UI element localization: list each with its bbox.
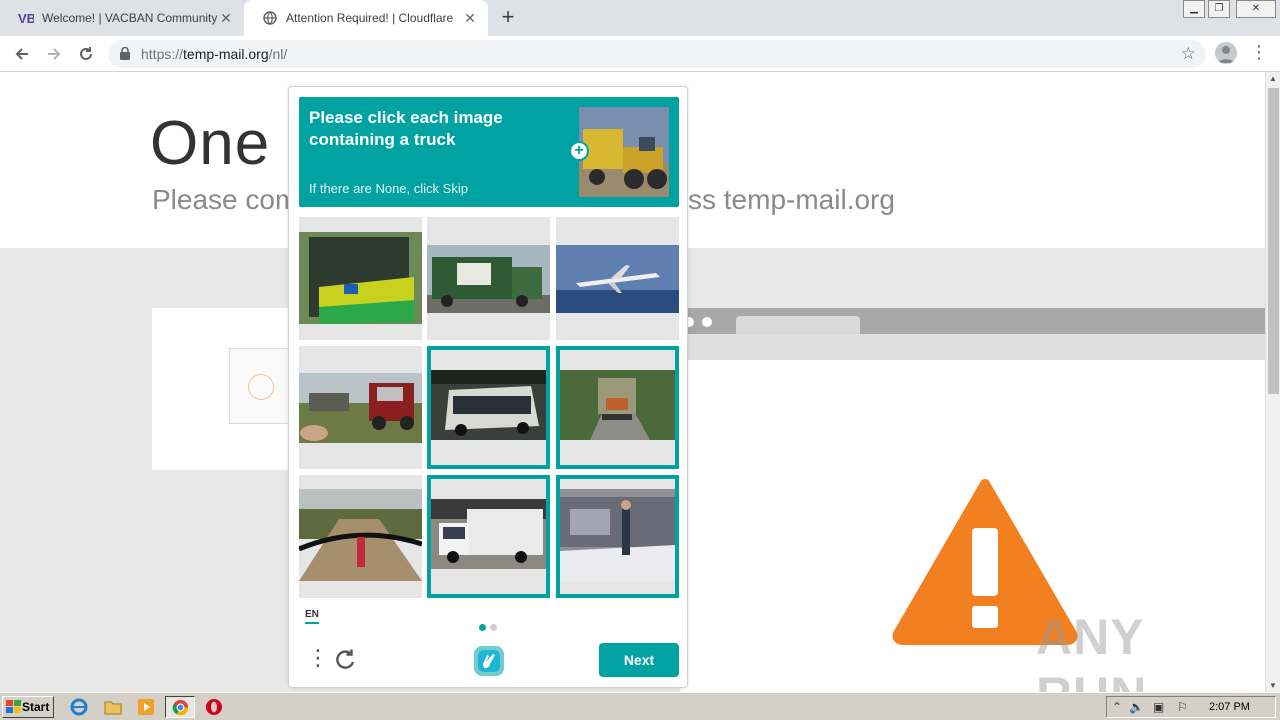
volume-icon[interactable]: 🔈 [1129, 700, 1144, 714]
browser-toolbar: https://temp-mail.org/nl/ ☆ [0, 36, 1280, 72]
reload-icon [80, 47, 92, 60]
tab-vacban[interactable]: VB Welcome! | VACBAN Community ✕ [0, 0, 244, 36]
forward-button[interactable] [42, 42, 66, 66]
chrome-taskbar-button[interactable] [165, 696, 195, 718]
close-tab-icon[interactable]: ✕ [462, 10, 478, 26]
watermark: ANY RUN [1036, 609, 1146, 692]
system-tray: ⌃ 🔈 ▣ ⚐ 2:07 PM [1106, 696, 1276, 718]
image-tile-9[interactable] [556, 475, 679, 598]
profile-avatar-icon[interactable] [1215, 42, 1237, 64]
tab-cloudflare[interactable]: Attention Required! | Cloudflare ✕ [244, 0, 488, 36]
ie-icon[interactable] [70, 698, 88, 716]
next-button[interactable]: Next [599, 643, 679, 677]
menu-dots-icon[interactable]: ⋮ [307, 647, 329, 669]
tab-title: Welcome! | VACBAN Community [42, 11, 218, 25]
vb-logo-icon: VB [18, 10, 34, 26]
hcaptcha-logo-icon[interactable] [472, 644, 506, 678]
start-button[interactable]: Start [2, 696, 54, 718]
image-tile-1[interactable] [299, 217, 422, 340]
captcha-spinner-icon [248, 374, 274, 400]
scroll-down-icon[interactable]: ▼ [1269, 681, 1277, 690]
media-player-icon[interactable] [137, 698, 155, 716]
tab-strip: VB Welcome! | VACBAN Community ✕ Attenti… [0, 0, 1280, 36]
image-tile-5[interactable] [427, 346, 550, 469]
reload-button[interactable] [74, 42, 98, 66]
new-tab-button[interactable]: + [496, 6, 520, 30]
lock-icon [120, 47, 130, 60]
image-tile-6[interactable] [556, 346, 679, 469]
url-text: https://temp-mail.org/nl/ [141, 46, 288, 62]
zoom-plus-icon[interactable]: + [569, 141, 589, 161]
chrome-icon [172, 699, 189, 716]
network-icon[interactable]: ▣ [1153, 700, 1164, 714]
bookmark-star-icon[interactable]: ☆ [1181, 44, 1196, 64]
back-button[interactable] [10, 42, 34, 66]
page-subtitle-right: ss temp-mail.org [688, 184, 895, 215]
prompt-hint: If there are None, click Skip [309, 181, 468, 196]
arrow-left-icon [15, 48, 28, 60]
refresh-icon[interactable] [333, 647, 359, 673]
image-grid [299, 217, 679, 598]
tab-title: Attention Required! | Cloudflare [286, 11, 454, 25]
image-tile-4[interactable] [299, 346, 422, 469]
image-tile-3[interactable] [556, 217, 679, 340]
page-dot-active [479, 624, 486, 631]
close-tab-icon[interactable]: ✕ [218, 10, 234, 26]
taskbar: Start ⌃ 🔈 ▣ ⚐ 2:07 PM [0, 692, 1280, 720]
hcaptcha-challenge: Please click each image containing a tru… [288, 86, 688, 688]
scroll-thumb[interactable] [1268, 88, 1279, 394]
challenge-prompt: Please click each image containing a tru… [299, 97, 679, 207]
restore-button[interactable]: ❐ [1208, 0, 1230, 18]
address-bar[interactable]: https://temp-mail.org/nl/ ☆ [108, 40, 1206, 68]
browser-menu-icon[interactable]: ⋮ [1250, 42, 1268, 64]
illustration-tab [736, 316, 860, 334]
vertical-scrollbar[interactable]: ▲ ▼ [1265, 72, 1280, 692]
prompt-text: Please click each image containing a tru… [309, 108, 503, 149]
opera-icon[interactable] [205, 698, 223, 716]
minimize-button[interactable]: ▁ [1183, 0, 1205, 18]
close-window-button[interactable]: ✕ [1236, 0, 1276, 18]
windows-logo-icon [6, 700, 21, 713]
language-selector[interactable]: EN [305, 609, 319, 624]
illustration-dot [702, 317, 712, 327]
globe-icon [262, 10, 278, 26]
arrow-right-icon [48, 48, 61, 60]
example-truck-image[interactable] [579, 107, 669, 197]
scroll-up-icon[interactable]: ▲ [1269, 74, 1277, 83]
folder-icon[interactable] [104, 698, 122, 716]
page-subtitle: Please com [152, 184, 299, 215]
page-indicator [479, 618, 501, 636]
page-dot [490, 624, 497, 631]
browser-illustration-toolbar [680, 334, 1265, 360]
svg-text:VB: VB [18, 11, 34, 26]
image-tile-7[interactable] [299, 475, 422, 598]
action-center-flag-icon[interactable]: ⚐ [1177, 700, 1188, 714]
tray-expand-icon[interactable]: ⌃ [1112, 700, 1122, 714]
browser-illustration-bar [680, 308, 1265, 334]
image-tile-2[interactable] [427, 217, 550, 340]
image-tile-8[interactable] [427, 475, 550, 598]
clock[interactable]: 2:07 PM [1209, 701, 1250, 713]
